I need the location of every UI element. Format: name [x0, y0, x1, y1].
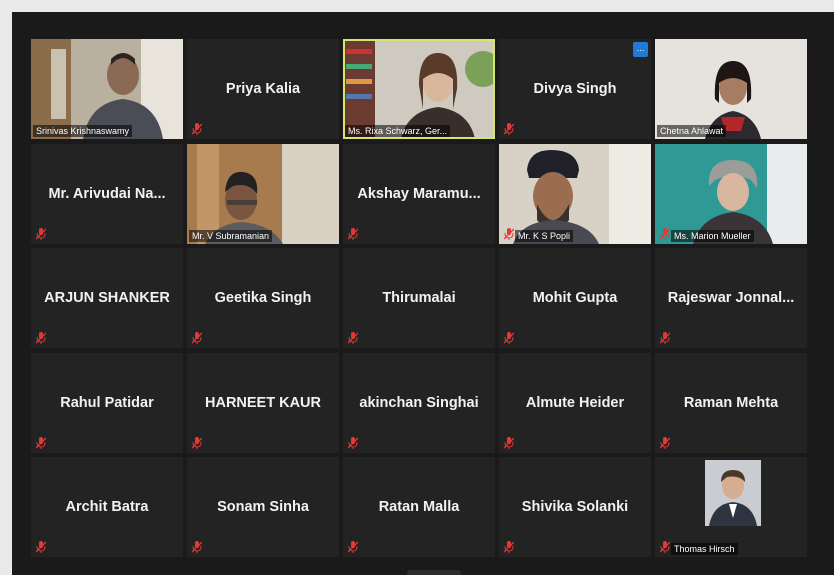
mic-muted-icon [504, 437, 514, 449]
participant-name-label: Ms. Marion Mueller [671, 230, 754, 242]
participant-tile-rixa[interactable]: Ms. Rixa Schwarz, Ger... [343, 39, 495, 139]
participant-tile-geetika[interactable]: Geetika Singh [187, 248, 339, 348]
participant-tile-divya[interactable]: Divya Singh ... [499, 39, 651, 139]
participant-name-label: Mr. V Subramanian [189, 230, 273, 242]
participant-video [31, 39, 183, 139]
participant-name: Rahul Patidar [60, 395, 154, 411]
participant-name-label: Ms. Rixa Schwarz, Ger... [345, 125, 451, 137]
participant-name-label: Srinivas Krishnaswamy [33, 125, 133, 137]
participant-tile-ratan[interactable]: Ratan Malla [343, 457, 495, 557]
participant-tile-rahul[interactable]: Rahul Patidar [31, 353, 183, 453]
mic-muted-icon [192, 437, 202, 449]
mic-muted-icon [504, 228, 514, 240]
participant-name: ARJUN SHANKER [44, 290, 170, 306]
participant-video [499, 144, 651, 244]
participant-video [655, 144, 807, 244]
participant-name: Shivika Solanki [521, 499, 629, 515]
participant-name: Sonam Sinha [217, 499, 309, 515]
participant-tile-akshay[interactable]: Akshay Maramu... [343, 144, 495, 244]
participant-tile-rajeswar[interactable]: Rajeswar Jonnal... [655, 248, 807, 348]
participant-tile-thomas[interactable]: Thomas Hirsch [655, 457, 807, 557]
profile-picture [705, 460, 761, 526]
participant-name: Almute Heider [525, 395, 625, 411]
participant-name: Geetika Singh [214, 290, 312, 306]
mic-muted-icon [36, 541, 46, 553]
mic-muted-icon [36, 332, 46, 344]
mic-muted-icon [36, 228, 46, 240]
participant-tile-raman[interactable]: Raman Mehta [655, 353, 807, 453]
participant-name: Priya Kalia [225, 81, 301, 97]
participant-name: akinchan Singhai [359, 395, 479, 411]
participant-tile-sonam[interactable]: Sonam Sinha [187, 457, 339, 557]
mic-muted-icon [504, 123, 514, 135]
participant-tile-arjun[interactable]: ARJUN SHANKER [31, 248, 183, 348]
participant-video [187, 144, 339, 244]
mic-muted-icon [36, 437, 46, 449]
participant-name: Thirumalai [382, 290, 456, 306]
mic-muted-icon [660, 228, 670, 240]
participant-tile-chetna[interactable]: Chetna Ahlawat [655, 39, 807, 139]
participant-name: HARNEET KAUR [205, 395, 321, 411]
participant-name: Divya Singh [533, 81, 617, 97]
mic-muted-icon [504, 332, 514, 344]
participant-name: Mohit Gupta [532, 290, 618, 306]
participant-tile-akinchan[interactable]: akinchan Singhai [343, 353, 495, 453]
participant-tile-archit[interactable]: Archit Batra [31, 457, 183, 557]
participant-tile-srinivas[interactable]: Srinivas Krishnaswamy [31, 39, 183, 139]
participant-name-label: Chetna Ahlawat [657, 125, 727, 137]
mic-muted-icon [504, 541, 514, 553]
participant-tile-harneet[interactable]: HARNEET KAUR [187, 353, 339, 453]
participant-tile-subramanian[interactable]: Mr. V Subramanian [187, 144, 339, 244]
participant-tile-almute[interactable]: Almute Heider [499, 353, 651, 453]
participant-name: Ratan Malla [378, 499, 460, 515]
mic-muted-icon [660, 437, 670, 449]
mic-muted-icon [348, 332, 358, 344]
participant-name-label: Mr. K S Popli [515, 230, 574, 242]
mic-muted-icon [660, 332, 670, 344]
mic-muted-icon [348, 228, 358, 240]
more-options-button[interactable]: ... [633, 42, 648, 57]
participant-name: Mr. Arivudai Na... [48, 186, 166, 202]
participant-tile-shivika[interactable]: Shivika Solanki [499, 457, 651, 557]
participant-tile-thirumalai[interactable]: Thirumalai [343, 248, 495, 348]
participant-name: Rajeswar Jonnal... [667, 290, 795, 306]
mic-muted-icon [192, 332, 202, 344]
mic-muted-icon [192, 541, 202, 553]
participant-tile-arivudai[interactable]: Mr. Arivudai Na... [31, 144, 183, 244]
video-gallery: Srinivas Krishnaswamy Priya Kalia Ms. Ri… [12, 12, 834, 575]
mic-muted-icon [348, 437, 358, 449]
participant-name: Raman Mehta [683, 395, 779, 411]
participant-video [655, 39, 807, 139]
participant-name-label: Thomas Hirsch [671, 543, 738, 555]
toolbar-handle[interactable] [407, 570, 461, 575]
participant-tile-mohit[interactable]: Mohit Gupta [499, 248, 651, 348]
mic-muted-icon [348, 541, 358, 553]
participant-name: Akshay Maramu... [357, 186, 481, 202]
mic-muted-icon [660, 541, 670, 553]
participant-tile-marion[interactable]: Ms. Marion Mueller [655, 144, 807, 244]
participant-tile-popli[interactable]: Mr. K S Popli [499, 144, 651, 244]
mic-muted-icon [192, 123, 202, 135]
participant-name: Archit Batra [65, 499, 149, 515]
participant-tile-priya[interactable]: Priya Kalia [187, 39, 339, 139]
participant-video [343, 39, 495, 139]
